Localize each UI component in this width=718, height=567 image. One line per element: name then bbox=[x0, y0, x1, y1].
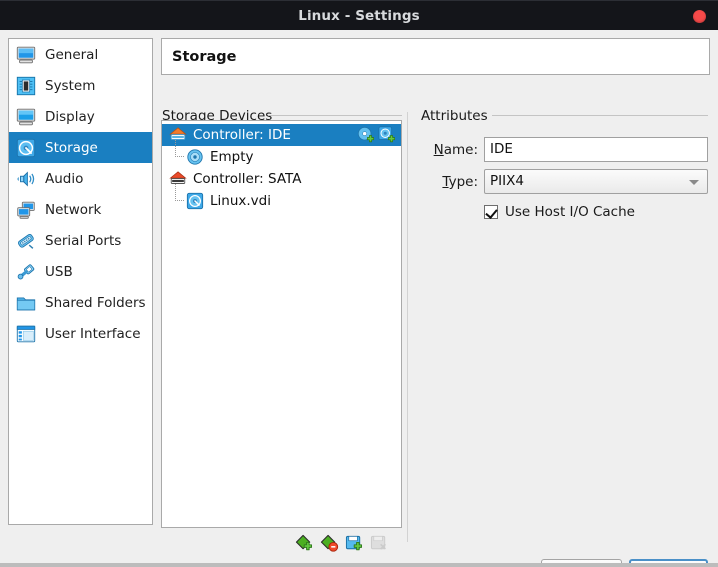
type-field-label: Type: bbox=[442, 174, 478, 190]
add-hard-disk-icon[interactable] bbox=[378, 126, 396, 143]
sidebar-item-label: Shared Folders bbox=[45, 294, 146, 311]
tree-row[interactable]: Linux.vdi bbox=[162, 184, 401, 212]
attributes-caption-rule bbox=[492, 115, 708, 116]
tree-row[interactable]: Empty bbox=[162, 140, 401, 168]
remove-attachment-icon bbox=[370, 534, 389, 553]
sidebar-item-display[interactable]: Display bbox=[9, 101, 152, 132]
sidebar-item-label: Audio bbox=[45, 170, 84, 187]
sidebar-item-label: System bbox=[45, 77, 96, 94]
remove-controller-icon[interactable] bbox=[320, 534, 339, 553]
page-header: Storage bbox=[161, 38, 710, 75]
tree-row-label: Controller: IDE bbox=[193, 127, 291, 143]
sidebar-item-label: Serial Ports bbox=[45, 232, 122, 249]
sidebar-item-user-interface[interactable]: User Interface bbox=[9, 318, 152, 349]
optical-disk-icon bbox=[186, 148, 204, 166]
type-select-value: PIIX4 bbox=[490, 173, 524, 189]
chip-icon bbox=[15, 75, 37, 97]
folder-icon bbox=[15, 292, 37, 314]
sidebar-item-usb[interactable]: USB bbox=[9, 256, 152, 287]
sidebar-item-serial-ports[interactable]: Serial Ports bbox=[9, 225, 152, 256]
settings-category-list[interactable]: General System Display Storage Audio Network S… bbox=[8, 38, 153, 525]
window-layout-icon bbox=[15, 323, 37, 345]
sidebar-item-audio[interactable]: Audio bbox=[9, 163, 152, 194]
tree-row-label: Empty bbox=[210, 149, 254, 165]
sidebar-item-shared-folders[interactable]: Shared Folders bbox=[9, 287, 152, 318]
harddisk-icon bbox=[15, 137, 37, 159]
window-bottom-strip bbox=[0, 563, 718, 567]
sidebar-item-label: USB bbox=[45, 263, 73, 280]
usb-plug-icon bbox=[15, 261, 37, 283]
tree-row-label: Controller: SATA bbox=[193, 171, 302, 187]
page-title: Storage bbox=[172, 49, 237, 65]
sidebar-item-label: Network bbox=[45, 201, 102, 218]
sidebar-item-label: User Interface bbox=[45, 325, 141, 342]
name-field-label: Name: bbox=[433, 142, 478, 158]
use-host-io-cache-label: Use Host I/O Cache bbox=[505, 204, 635, 220]
network-cards-icon bbox=[15, 199, 37, 221]
tree-row-actions bbox=[357, 126, 396, 143]
sidebar-item-network[interactable]: Network bbox=[9, 194, 152, 225]
sidebar-item-label: Display bbox=[45, 108, 95, 125]
settings-dialog: General System Display Storage Audio Network S… bbox=[0, 30, 718, 567]
window-titlebar: Linux - Settings bbox=[0, 0, 718, 30]
tree-branch-connector bbox=[175, 184, 184, 201]
storage-devices-tree[interactable]: Controller: IDE Empty Controller: SATA Linu… bbox=[161, 120, 402, 528]
monitor-icon bbox=[15, 44, 37, 66]
type-field-label-rest: ype: bbox=[448, 174, 478, 190]
storage-tree-toolbar[interactable] bbox=[295, 532, 405, 554]
use-host-io-cache-row[interactable]: Use Host I/O Cache bbox=[484, 202, 635, 222]
sidebar-item-storage[interactable]: Storage bbox=[9, 132, 152, 163]
type-select[interactable]: PIIX4 bbox=[484, 169, 708, 194]
attributes-caption: Attributes bbox=[421, 108, 488, 124]
hard-disk-icon bbox=[186, 192, 204, 210]
use-host-io-cache-checkbox[interactable] bbox=[484, 205, 498, 219]
name-field-label-rest: ame: bbox=[443, 142, 478, 158]
name-input[interactable]: IDE bbox=[484, 137, 708, 162]
window-title: Linux - Settings bbox=[298, 8, 420, 24]
sidebar-item-system[interactable]: System bbox=[9, 70, 152, 101]
add-attachment-icon[interactable] bbox=[345, 534, 364, 553]
display-icon bbox=[15, 106, 37, 128]
serial-port-icon bbox=[15, 230, 37, 252]
name-input-value: IDE bbox=[490, 141, 513, 157]
sidebar-item-label: Storage bbox=[45, 139, 98, 156]
add-controller-icon[interactable] bbox=[295, 534, 314, 553]
sidebar-item-label: General bbox=[45, 46, 99, 63]
speaker-icon bbox=[15, 168, 37, 190]
tree-branch-connector bbox=[175, 140, 184, 157]
tree-row[interactable]: Controller: SATA bbox=[162, 168, 401, 190]
add-optical-drive-icon[interactable] bbox=[357, 126, 375, 143]
sidebar-item-general[interactable]: General bbox=[9, 39, 152, 70]
storage-devices-caption-rule bbox=[268, 115, 402, 116]
tree-row-label: Linux.vdi bbox=[210, 193, 271, 209]
tree-row[interactable]: Controller: IDE bbox=[162, 124, 401, 146]
chevron-down-icon bbox=[689, 180, 699, 185]
close-circle-icon[interactable] bbox=[693, 10, 706, 23]
